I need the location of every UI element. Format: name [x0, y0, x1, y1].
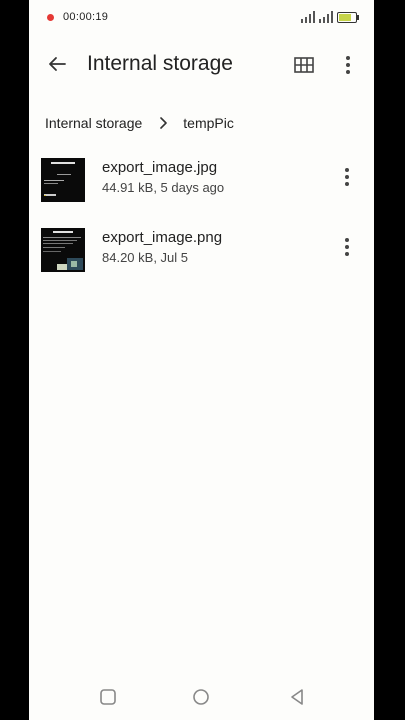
signal-icon [301, 11, 315, 23]
breadcrumb: Internal storage tempPic [45, 113, 234, 133]
file-name: export_image.png [102, 229, 223, 246]
file-thumbnail [41, 228, 85, 272]
recents-square-icon[interactable] [99, 688, 117, 706]
file-row[interactable]: export_image.png 84.20 kB, Jul 5 [29, 224, 374, 286]
more-vert-icon[interactable] [338, 236, 356, 258]
signal-icon [319, 11, 333, 23]
status-time: 00:00:19 [63, 11, 109, 23]
chevron-right-icon [160, 117, 168, 129]
breadcrumb-temppic[interactable]: tempPic [183, 115, 234, 131]
breadcrumb-internal-storage[interactable]: Internal storage [45, 115, 142, 131]
file-row[interactable]: export_image.jpg 44.91 kB, 5 days ago [29, 154, 374, 216]
navigation-bar [29, 680, 374, 716]
record-dot-icon [47, 14, 54, 21]
phone-screen: 00:00:19 Internal storage Internal stora… [29, 0, 374, 720]
status-bar: 00:00:19 [29, 0, 374, 34]
more-vert-icon[interactable] [339, 54, 357, 76]
file-meta: 84.20 kB, Jul 5 [102, 250, 188, 265]
arrow-left-icon[interactable] [45, 52, 69, 76]
home-circle-icon[interactable] [192, 688, 210, 706]
file-thumbnail [41, 158, 85, 202]
file-meta: 44.91 kB, 5 days ago [102, 180, 225, 195]
battery-charging-icon [337, 12, 359, 23]
grid-view-icon[interactable] [293, 54, 315, 76]
page-title: Internal storage [87, 52, 233, 75]
more-vert-icon[interactable] [338, 166, 356, 188]
back-triangle-icon[interactable] [288, 688, 306, 706]
file-name: export_image.jpg [102, 159, 218, 176]
